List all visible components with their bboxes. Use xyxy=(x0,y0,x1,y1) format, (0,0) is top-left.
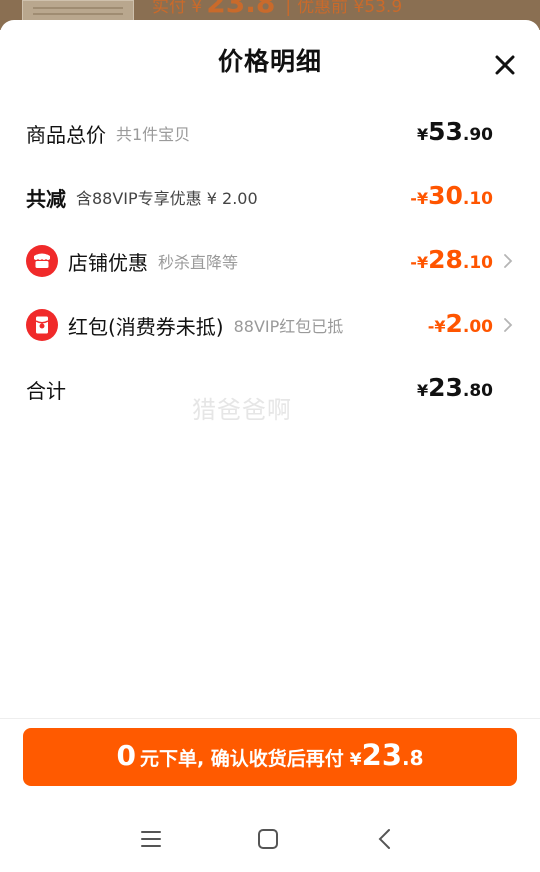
background-before-price: 优惠前 ¥53.9 xyxy=(297,0,403,17)
red-packet-dec: .00 xyxy=(462,317,493,337)
row-store-discount[interactable]: 店铺优惠 秒杀直降等 -¥ 28 .10 xyxy=(0,239,540,283)
order-button[interactable]: 0 元下单, 确认收货后再付 ¥ 23 .8 xyxy=(23,728,517,786)
store-icon xyxy=(26,245,58,277)
back-icon xyxy=(378,829,390,849)
reduction-dec: .10 xyxy=(462,189,493,209)
sum-label: 合计 xyxy=(26,378,66,403)
reduction-note: 含88VIP专享优惠 ¥ 2.00 xyxy=(76,189,258,208)
red-packet-label: 红包(消费券未抵) xyxy=(68,314,224,339)
sum-int: 23 xyxy=(428,373,463,402)
red-packet-int: 2 xyxy=(445,309,463,338)
red-packet-icon xyxy=(26,309,58,341)
close-icon xyxy=(495,55,515,75)
goods-total-label: 商品总价 xyxy=(26,122,106,147)
cta-dec: .8 xyxy=(402,746,424,770)
sum-amount: ¥ 23 .80 xyxy=(417,367,493,411)
goods-total-symbol: ¥ xyxy=(416,125,429,144)
background-separator: | xyxy=(285,0,292,17)
divider xyxy=(0,718,540,719)
store-discount-note: 秒杀直降等 xyxy=(158,253,239,272)
store-discount-symbol: -¥ xyxy=(410,253,429,272)
menu-button[interactable] xyxy=(136,824,166,854)
goods-total-int: 53 xyxy=(428,117,463,146)
goods-total-note: 共1件宝贝 xyxy=(116,125,191,144)
back-button[interactable] xyxy=(370,824,400,854)
cta-int: 23 xyxy=(361,738,402,772)
sum-symbol: ¥ xyxy=(416,381,429,400)
background-price-prefix: 实付 ¥ xyxy=(152,0,203,17)
store-discount-amount: -¥ 28 .10 xyxy=(410,239,493,283)
reduction-label: 共减 xyxy=(26,186,66,211)
cta-zero: 0 xyxy=(116,739,136,772)
watermark: 猎爸爸啊 xyxy=(192,396,292,424)
page: 实付 ¥ 23.8 | 优惠前 ¥53.9 价格明细 商品总价 共1件宝贝 ¥ … xyxy=(0,0,540,872)
price-detail-sheet: 价格明细 商品总价 共1件宝贝 ¥ 53 .90 共减 含88VIP专享优惠 ¥… xyxy=(0,20,540,872)
reduction-amount: -¥ 30 .10 xyxy=(410,175,493,219)
home-button[interactable] xyxy=(253,824,283,854)
row-goods-total: 商品总价 共1件宝贝 ¥ 53 .90 xyxy=(0,111,540,155)
cta-symbol: ¥ xyxy=(349,750,362,770)
background-price-value: 23.8 xyxy=(206,0,276,19)
reduction-int: 30 xyxy=(428,181,463,210)
chevron-right-icon xyxy=(504,254,513,268)
sheet-title: 价格明细 xyxy=(217,47,322,76)
goods-total-dec: .90 xyxy=(462,125,493,145)
red-packet-amount: -¥ 2 .00 xyxy=(428,303,493,347)
reduction-symbol: -¥ xyxy=(410,189,429,208)
background-price-text: 实付 ¥ 23.8 | 优惠前 ¥53.9 xyxy=(152,0,403,19)
sum-dec: .80 xyxy=(462,381,493,401)
close-button[interactable] xyxy=(488,48,522,82)
menu-icon xyxy=(141,831,161,847)
row-total-reduction: 共减 含88VIP专享优惠 ¥ 2.00 -¥ 30 .10 xyxy=(0,175,540,219)
store-discount-dec: .10 xyxy=(462,253,493,273)
chevron-right-icon xyxy=(504,318,513,332)
home-icon xyxy=(258,829,278,849)
system-navigation-bar xyxy=(0,806,540,872)
row-red-packet[interactable]: 红包(消费券未抵) 88VIP红包已抵 -¥ 2 .00 xyxy=(0,303,540,347)
goods-total-amount: ¥ 53 .90 xyxy=(417,111,493,155)
red-packet-symbol: -¥ xyxy=(427,317,446,336)
cta-text: 元下单, 确认收货后再付 xyxy=(139,748,344,770)
store-discount-label: 店铺优惠 xyxy=(68,250,148,275)
store-discount-int: 28 xyxy=(428,245,463,274)
red-packet-note: 88VIP红包已抵 xyxy=(233,317,344,336)
